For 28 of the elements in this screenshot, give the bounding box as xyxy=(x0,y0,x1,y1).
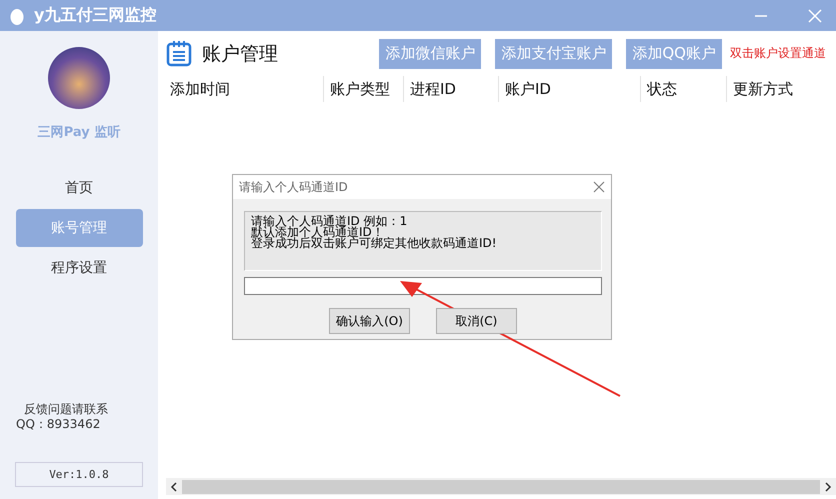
dialog-title: 请输入个人码通道ID xyxy=(239,178,349,196)
id-input-field[interactable] xyxy=(244,277,602,295)
column-header[interactable]: 进程ID xyxy=(403,76,498,102)
nav-item[interactable]: 首页 xyxy=(16,169,142,207)
column-header[interactable]: 账户ID xyxy=(498,76,640,102)
contact-text: QQ：8933462 xyxy=(16,417,102,432)
notepad-icon xyxy=(166,40,192,67)
dialog-button[interactable]: 确认输入(O) xyxy=(329,308,410,334)
contact-text: 反馈问题请联系 xyxy=(23,402,108,417)
dialog-button[interactable]: 取消(C) xyxy=(436,308,517,334)
nav-item[interactable]: 程序设置 xyxy=(16,249,142,287)
scroll-right-icon[interactable] xyxy=(824,482,832,492)
column-header[interactable]: 更新方式 xyxy=(726,76,836,102)
horizontal-scrollbar[interactable] xyxy=(166,478,836,495)
page-title: 账户管理 xyxy=(202,42,278,66)
message-text: 请输入个人码通道ID 例如：1 xyxy=(251,216,408,227)
hint-text: 双击账户设置通道 xyxy=(730,45,826,62)
message-text: 登录成功后双击账户可绑定其他收款码通道ID! xyxy=(251,238,498,249)
message-text: 默认添加个人码通道ID！ xyxy=(251,227,384,238)
window-title: y九五付三网监控 xyxy=(34,5,158,26)
column-header[interactable]: 添加时间 xyxy=(166,76,323,102)
column-header[interactable]: 状态 xyxy=(640,76,726,102)
scroll-left-icon[interactable] xyxy=(170,482,178,492)
version-label: Ver:1.0.8 xyxy=(15,462,143,487)
column-header[interactable]: 账户类型 xyxy=(323,76,403,102)
egg-icon xyxy=(10,6,24,24)
app-name: 三网Pay 监听 xyxy=(38,124,120,141)
close-icon[interactable] xyxy=(593,181,605,193)
